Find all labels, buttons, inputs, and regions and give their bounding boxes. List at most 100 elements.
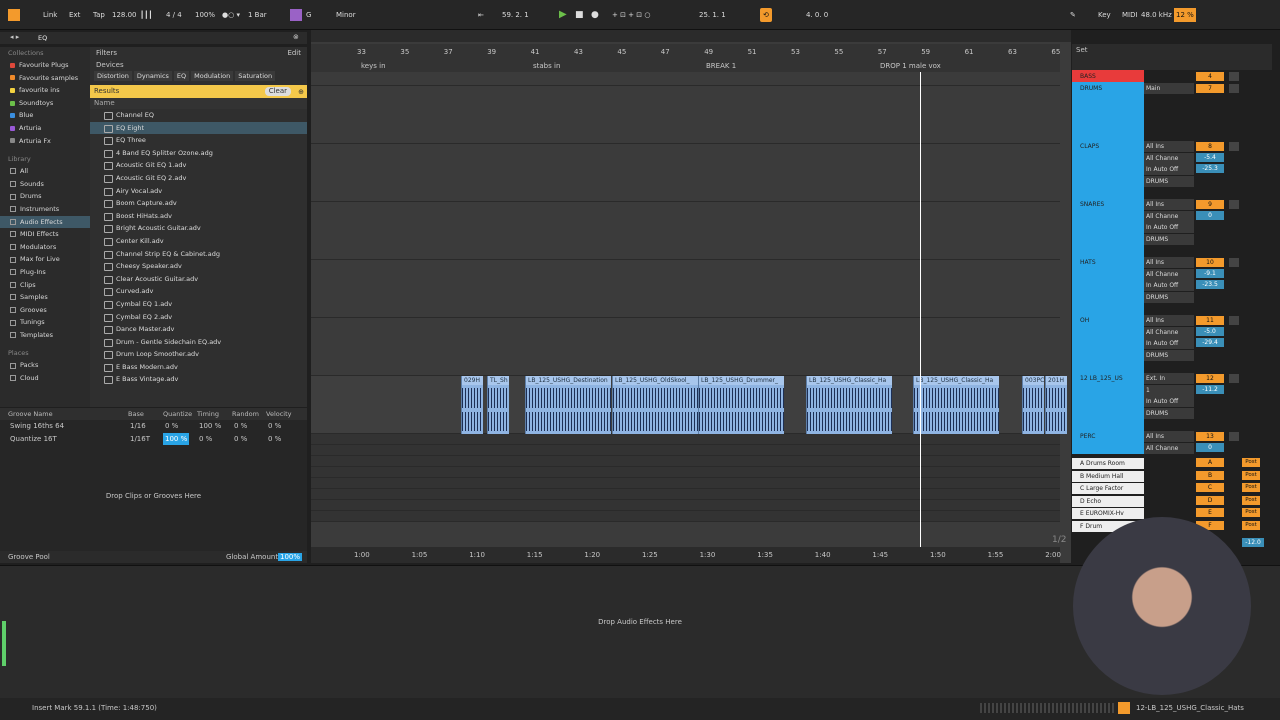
audio-clip[interactable]: LB_125_USHG_Destination xyxy=(525,376,611,434)
nav-arrows-icon[interactable]: ◂ ▸ xyxy=(10,33,19,41)
result-item[interactable]: Airy Vocal.adv xyxy=(90,185,307,198)
audio-clip[interactable]: 003PC xyxy=(1022,376,1044,434)
groove-drop-zone[interactable]: Drop Clips or Grooves Here xyxy=(0,492,307,500)
library-item[interactable]: Plug-Ins xyxy=(0,266,90,279)
track-lane[interactable] xyxy=(311,202,1060,260)
position-field[interactable]: 59. 2. 1 xyxy=(502,8,529,22)
track-header[interactable]: CLAPS xyxy=(1072,140,1144,198)
track-header[interactable]: 12 LB_125_US xyxy=(1072,372,1144,430)
solo-button[interactable] xyxy=(1229,200,1239,209)
post-button[interactable]: Post xyxy=(1242,521,1260,530)
groove-column-header[interactable]: Timing xyxy=(197,408,219,420)
result-item[interactable]: EQ Eight xyxy=(90,121,307,135)
places-item[interactable]: Packs xyxy=(0,359,90,372)
pan-field[interactable]: -23.5 xyxy=(1196,280,1224,289)
overview-strip[interactable] xyxy=(311,30,1071,42)
groove-cell-random[interactable]: 0 % xyxy=(232,433,249,446)
result-item[interactable]: Bright Acoustic Guitar.adv xyxy=(90,222,307,235)
follow-icon[interactable]: ⇤ xyxy=(478,8,484,22)
post-button[interactable]: Post xyxy=(1242,483,1260,493)
groove-column-header[interactable]: Base xyxy=(128,408,144,420)
io-field[interactable]: All Channe xyxy=(1144,442,1194,454)
track-lane[interactable] xyxy=(311,434,1060,445)
locator[interactable]: BREAK 1 xyxy=(706,62,736,70)
solo-button[interactable] xyxy=(1229,258,1239,267)
collection-item[interactable]: Arturia xyxy=(0,122,90,135)
track-lane[interactable] xyxy=(311,72,1060,86)
solo-button[interactable] xyxy=(1229,84,1239,93)
groove-row[interactable]: Quantize 16T 1/16T 100 % 0 % 0 % 0 % xyxy=(0,432,307,446)
return-track[interactable]: A Drums Room xyxy=(1072,458,1144,469)
return-track[interactable]: D Echo xyxy=(1072,495,1144,507)
post-button[interactable]: Post xyxy=(1242,495,1260,505)
collection-item[interactable]: favourite ins xyxy=(0,84,90,97)
io-field[interactable]: All Ins xyxy=(1144,257,1194,268)
ext-button[interactable]: Ext xyxy=(66,8,83,22)
solo-button[interactable] xyxy=(1229,142,1239,151)
filter-chip[interactable]: Dynamics xyxy=(133,71,172,81)
locator[interactable]: stabs in xyxy=(533,62,560,70)
io-field[interactable]: DRUMS xyxy=(1144,233,1194,245)
devices-label[interactable]: Devices xyxy=(90,59,307,71)
result-item[interactable]: Drum Loop Smoother.adv xyxy=(90,348,307,361)
result-item[interactable]: Acoustic Git EQ 1.adv xyxy=(90,159,307,172)
result-item[interactable]: Cymbal EQ 2.adv xyxy=(90,311,307,324)
track-lane[interactable] xyxy=(311,511,1060,522)
audio-clip[interactable]: 201H xyxy=(1045,376,1067,434)
live-logo-icon[interactable] xyxy=(8,9,20,21)
track-lane[interactable] xyxy=(311,144,1060,202)
midi-map-button[interactable]: MIDI xyxy=(1122,8,1138,22)
filters-label[interactable]: Filters xyxy=(96,49,117,57)
audio-clip[interactable]: LB_125_USHG_Classic_Ha xyxy=(806,376,892,434)
result-item[interactable]: Cymbal EQ 1.adv xyxy=(90,298,307,311)
record-mode-icon[interactable]: ●○ ▾ xyxy=(222,8,240,22)
io-field[interactable]: In Auto Off xyxy=(1144,222,1194,233)
name-column-header[interactable]: Name xyxy=(90,98,307,109)
collection-item[interactable]: Soundtoys xyxy=(0,97,90,110)
io-field[interactable]: Main xyxy=(1144,83,1194,94)
return-letter[interactable]: D xyxy=(1196,495,1224,505)
loop-length-field[interactable]: 4. 0. 0 xyxy=(806,8,828,22)
filter-chip[interactable]: Saturation xyxy=(235,71,276,81)
io-field[interactable]: All Ins xyxy=(1144,431,1194,442)
groove-cell-quantize[interactable]: 0 % xyxy=(163,420,180,433)
track-lane[interactable] xyxy=(311,478,1060,489)
track-header[interactable]: PERC xyxy=(1072,430,1144,454)
io-field[interactable]: All Channe xyxy=(1144,152,1194,164)
result-item[interactable]: Channel EQ xyxy=(90,109,307,122)
audio-clip[interactable]: LB_125_USHG_Drummer_ xyxy=(698,376,784,434)
volume-field[interactable]: 0 xyxy=(1196,211,1224,220)
library-item[interactable]: Sounds xyxy=(0,178,90,191)
locator[interactable]: keys in xyxy=(361,62,386,70)
groove-cell-base[interactable]: 1/16T xyxy=(128,433,152,446)
draw-mode-icon[interactable]: ✎ xyxy=(1070,8,1076,22)
loop-switch-icon[interactable]: ⟲ xyxy=(760,8,772,22)
return-letter[interactable]: E xyxy=(1196,508,1224,518)
library-item[interactable]: All xyxy=(0,165,90,178)
filter-chip[interactable]: Distortion xyxy=(94,71,132,81)
result-item[interactable]: Acoustic Git EQ 2.adv xyxy=(90,172,307,185)
groove-cell-timing[interactable]: 0 % xyxy=(197,433,214,446)
stop-button[interactable]: ■ xyxy=(575,8,584,22)
result-item[interactable]: Center Kill.adv xyxy=(90,235,307,248)
return-letter[interactable]: B xyxy=(1196,470,1224,480)
key-map-button[interactable]: Key xyxy=(1098,8,1111,22)
library-item[interactable]: Instruments xyxy=(0,203,90,216)
collection-item[interactable]: Blue xyxy=(0,109,90,122)
library-item[interactable]: Clips xyxy=(0,279,90,292)
volume-field[interactable]: -5.4 xyxy=(1196,153,1224,162)
time-ruler[interactable]: 1:00 1:05 1:10 1:15 1:20 1:25 1:30 1:35 1:40 1:45… xyxy=(311,547,1061,563)
groove-column-header[interactable]: Velocity xyxy=(266,408,292,420)
return-track[interactable]: B Medium Hall xyxy=(1072,470,1144,482)
return-letter[interactable]: C xyxy=(1196,483,1224,493)
global-amount-value[interactable]: 100% xyxy=(278,553,303,561)
search-input[interactable]: EQ xyxy=(38,34,47,42)
io-field[interactable]: All Channe xyxy=(1144,210,1194,222)
groove-cell-random[interactable]: 0 % xyxy=(232,420,249,433)
library-item[interactable]: Templates xyxy=(0,329,90,342)
io-field[interactable]: All Channe xyxy=(1144,326,1194,338)
track-lane[interactable] xyxy=(311,318,1060,376)
result-item[interactable]: Drum - Gentle Sidechain EQ.adv xyxy=(90,336,307,349)
post-button[interactable]: Post xyxy=(1242,508,1260,518)
groove-cell-timing[interactable]: 100 % xyxy=(197,420,223,433)
